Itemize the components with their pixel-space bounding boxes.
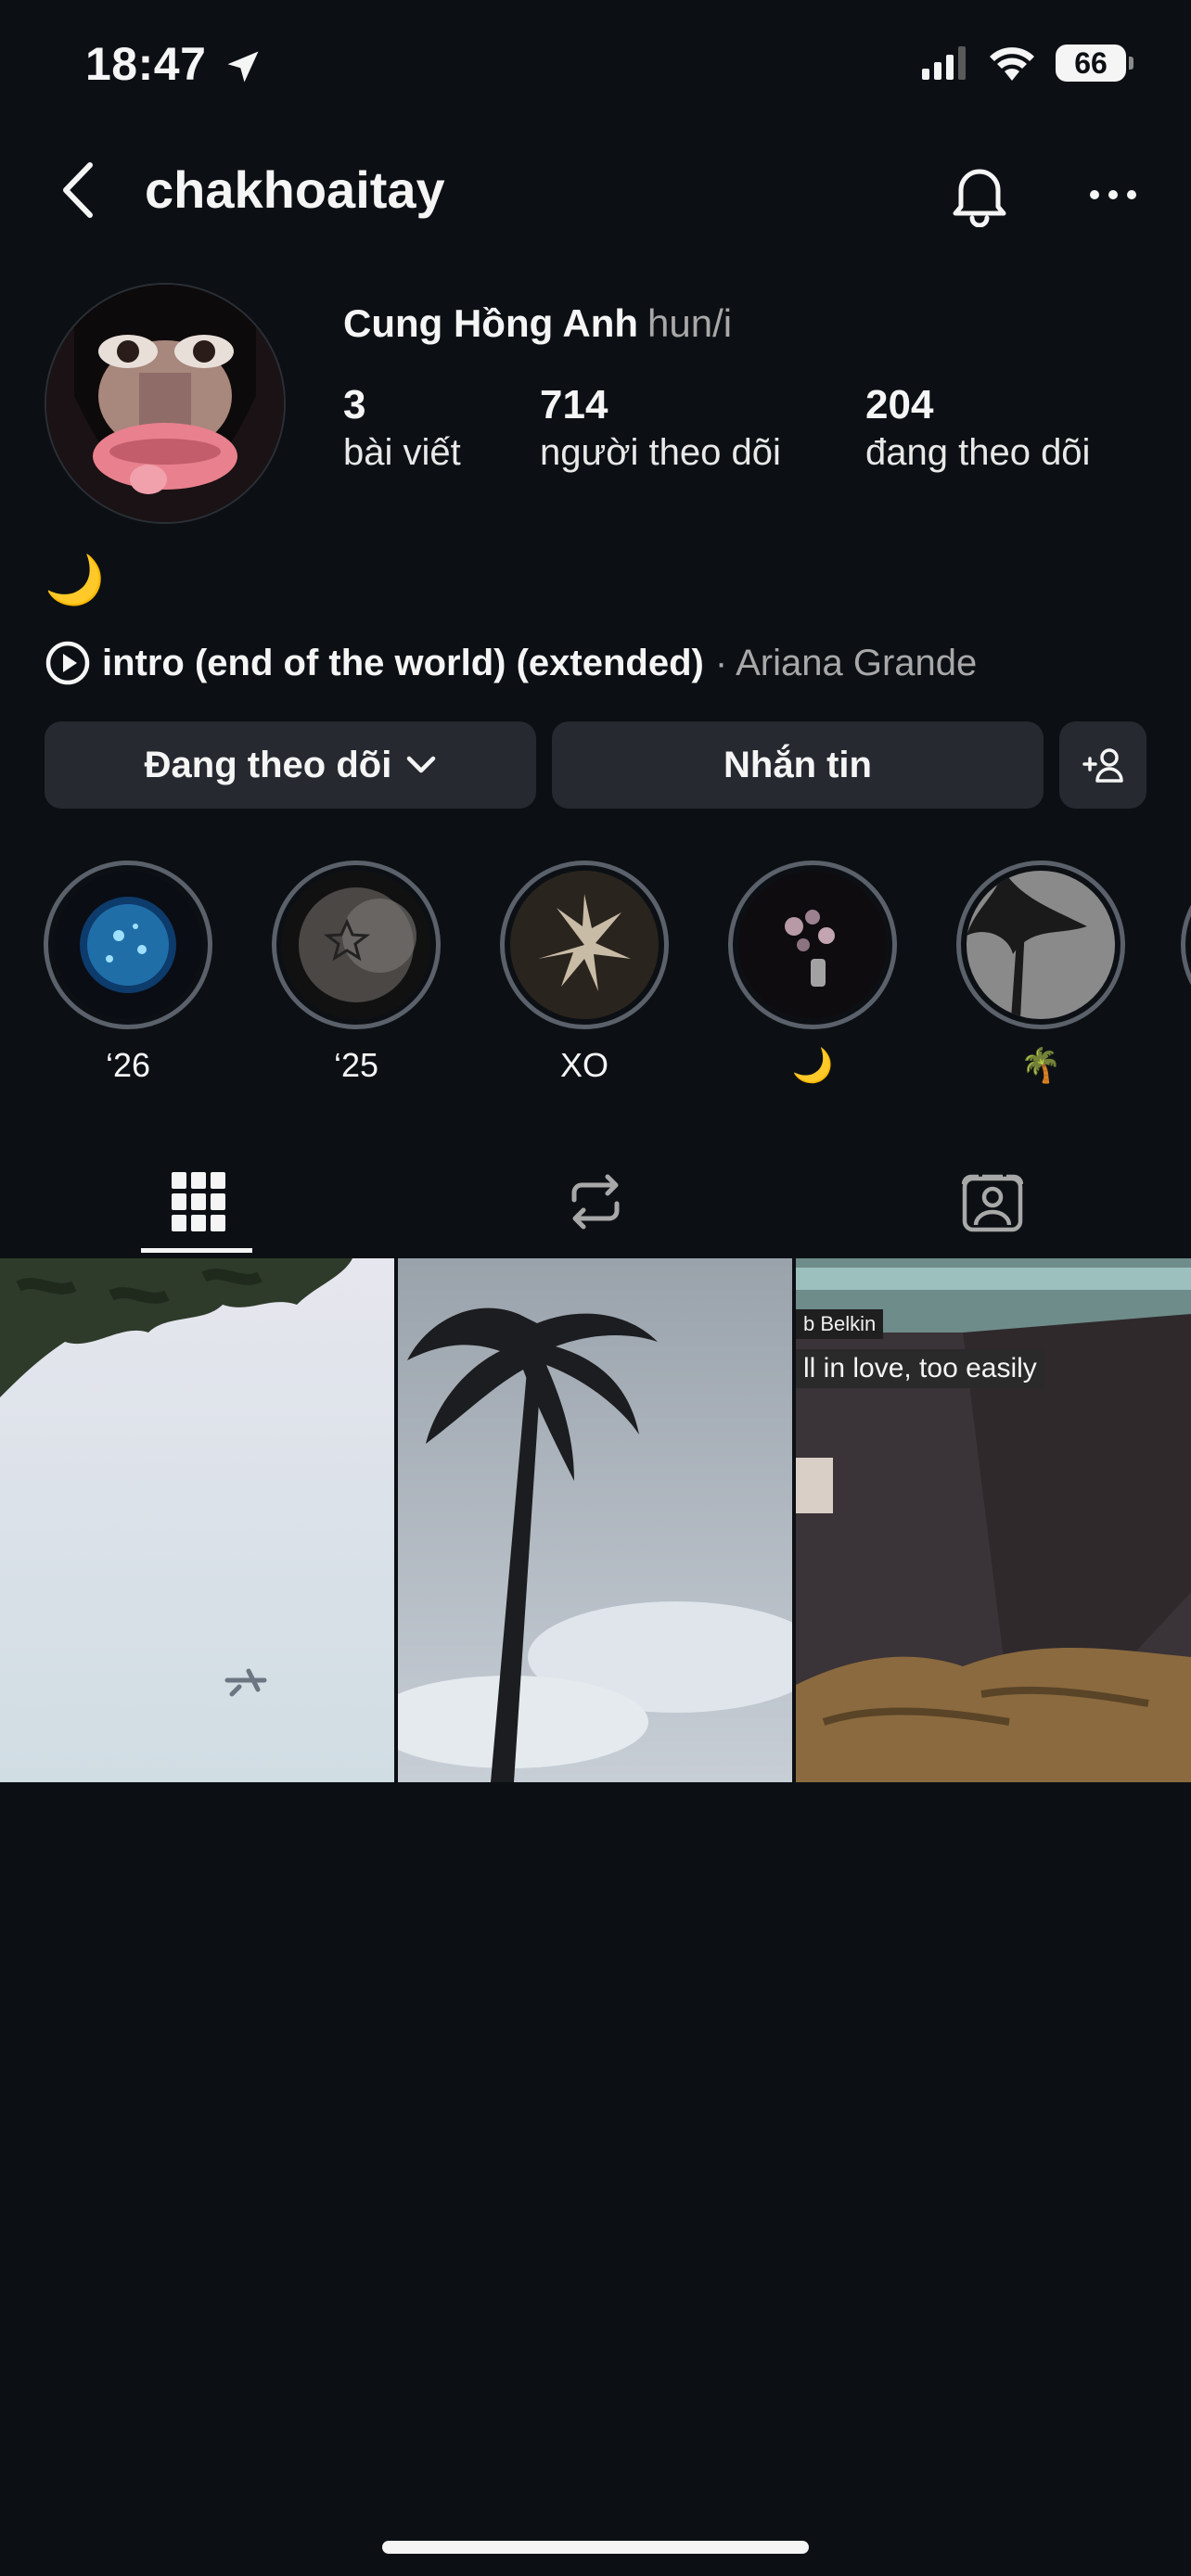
chevron-down-icon bbox=[407, 756, 436, 773]
highlight-palm[interactable]: 🌴 bbox=[953, 861, 1129, 1085]
highlight-25[interactable]: ‘25 bbox=[268, 861, 444, 1085]
highlight-partial[interactable] bbox=[1181, 861, 1191, 1029]
battery-indicator: 66 bbox=[1056, 45, 1133, 82]
status-time: 18:47 bbox=[85, 38, 207, 90]
tab-posts-grid[interactable] bbox=[0, 1150, 397, 1254]
stat-posts[interactable]: 3 bài viết bbox=[343, 382, 461, 474]
stat-posts-value: 3 bbox=[343, 382, 366, 427]
chevron-left-icon bbox=[63, 162, 93, 218]
post-thumbnail[interactable] bbox=[0, 1258, 394, 1782]
active-tab-indicator bbox=[141, 1248, 252, 1253]
bio: 🌙 bbox=[45, 554, 105, 607]
stat-posts-label: bài viết bbox=[343, 432, 461, 473]
profile-music[interactable]: intro (end of the world) (extended) · Ar… bbox=[45, 640, 977, 686]
bell-icon bbox=[953, 169, 1006, 227]
back-button[interactable] bbox=[46, 158, 111, 223]
stat-followers-label: người theo dõi bbox=[540, 432, 781, 473]
highlight-26[interactable]: ‘26 bbox=[40, 861, 216, 1085]
repost-icon bbox=[571, 1174, 620, 1230]
following-button[interactable]: Đang theo dõi bbox=[45, 721, 536, 809]
notifications-button[interactable] bbox=[942, 158, 1017, 232]
pronouns: hun/i bbox=[647, 301, 733, 345]
music-title: intro (end of the world) (extended) bbox=[102, 642, 704, 683]
stat-following-label: đang theo dõi bbox=[865, 432, 1091, 473]
status-icons: 66 bbox=[922, 45, 1133, 82]
message-button[interactable]: Nhắn tin bbox=[552, 721, 1044, 809]
music-artist: · Ariana Grande bbox=[714, 642, 978, 683]
highlight-label: XO bbox=[559, 1046, 608, 1084]
highlight-label: ‘26 bbox=[105, 1046, 151, 1084]
stat-following-value: 204 bbox=[865, 382, 934, 427]
highlight-label: ‘25 bbox=[333, 1046, 379, 1084]
highlight-label: 🌴 bbox=[1019, 1046, 1062, 1084]
tab-reposts[interactable] bbox=[397, 1150, 794, 1254]
stat-following[interactable]: 204 đang theo dõi bbox=[865, 382, 1090, 474]
post-caption: ll in love, too easily bbox=[796, 1349, 1044, 1388]
grid-icon bbox=[172, 1172, 225, 1231]
post-thumbnail[interactable] bbox=[398, 1258, 792, 1782]
tagged-person-icon bbox=[962, 1174, 1023, 1232]
wifi-icon bbox=[990, 47, 1034, 81]
more-dots-icon bbox=[1090, 190, 1136, 199]
home-indicator bbox=[382, 2541, 809, 2554]
following-button-label: Đang theo dõi bbox=[144, 744, 392, 785]
suggested-people-button[interactable] bbox=[1059, 721, 1146, 809]
display-name: Cung Hồng Anh hun/i bbox=[343, 301, 732, 346]
highlight-moon[interactable]: 🌙 bbox=[724, 861, 901, 1085]
stat-followers-value: 714 bbox=[540, 382, 608, 427]
play-circle-icon bbox=[45, 641, 90, 685]
post-caption-tag: b Belkin bbox=[796, 1309, 884, 1339]
add-person-icon bbox=[1082, 748, 1123, 783]
avatar[interactable] bbox=[45, 283, 286, 524]
message-button-label: Nhắn tin bbox=[724, 744, 872, 785]
highlight-label: 🌙 bbox=[791, 1046, 834, 1084]
highlight-xo[interactable]: XO bbox=[496, 861, 672, 1085]
more-options-button[interactable] bbox=[1076, 167, 1150, 223]
display-name-text: Cung Hồng Anh bbox=[343, 301, 639, 345]
profile-username: chakhoaitay bbox=[145, 160, 445, 219]
stat-followers[interactable]: 714 người theo dõi bbox=[540, 382, 781, 474]
post-thumbnail[interactable]: b Belkin ll in love, too easily bbox=[796, 1258, 1191, 1782]
cellular-signal-icon bbox=[922, 46, 966, 80]
tab-tagged[interactable] bbox=[794, 1150, 1191, 1254]
location-arrow-icon bbox=[227, 51, 259, 83]
